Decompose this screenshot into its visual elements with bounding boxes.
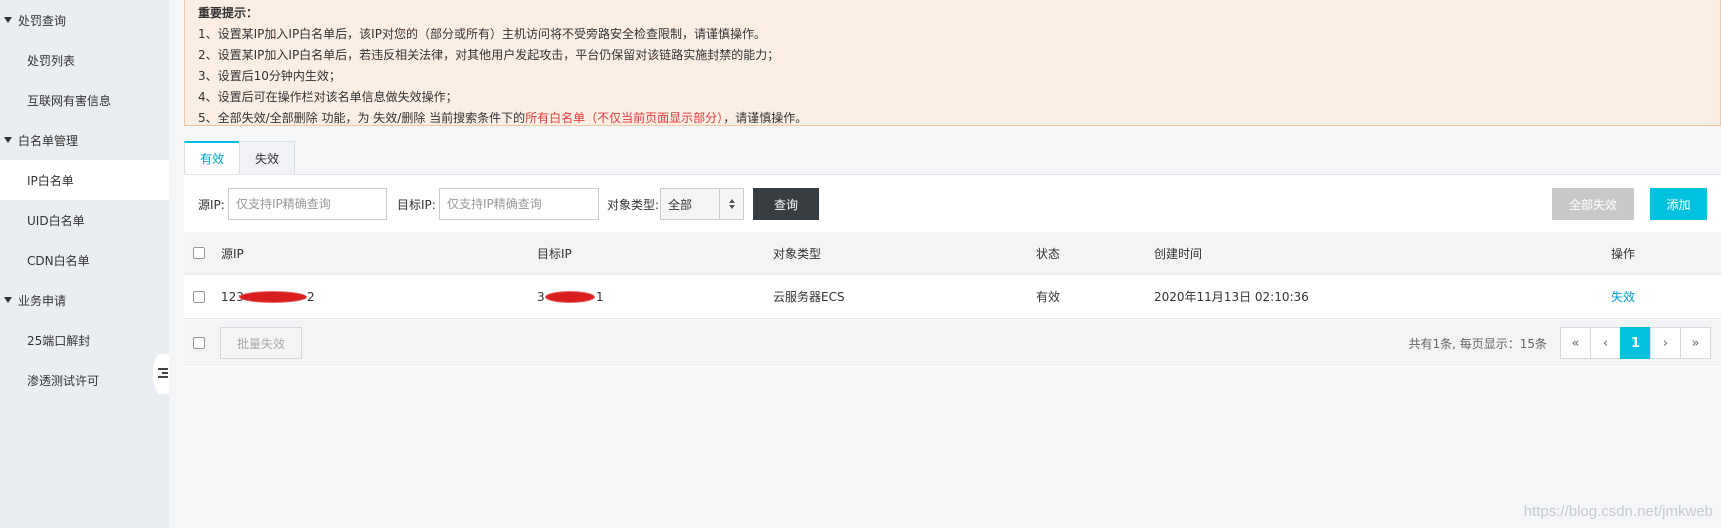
column-header-action: 操作 bbox=[1611, 246, 1636, 261]
object-type-label: 对象类型: bbox=[607, 198, 660, 212]
column-header-status: 状态 bbox=[1036, 246, 1061, 261]
sidebar-group-label: 处罚查询 bbox=[18, 13, 67, 28]
prev-page-button[interactable]: ‹ bbox=[1590, 327, 1621, 359]
sidebar-item-cdn-whitelist[interactable]: CDN白名单 bbox=[0, 240, 169, 280]
sidebar-item-harmful-info[interactable]: 互联网有害信息 bbox=[0, 80, 169, 120]
sidebar-item-label: 互联网有害信息 bbox=[27, 93, 112, 108]
object-type-select[interactable]: 全部 bbox=[660, 188, 744, 220]
whitelist-panel: 源IP: 目标IP: 对象类型: 全部 查询 全部失效 添加 源IP 目标IP … bbox=[184, 174, 1721, 367]
sidebar-item-pentest-permit[interactable]: 渗透测试许可 bbox=[0, 360, 169, 400]
redaction-mark bbox=[546, 292, 594, 302]
sidebar-group-penalty[interactable]: 处罚查询 bbox=[0, 0, 169, 40]
object-type-value: 全部 bbox=[668, 197, 693, 212]
column-header-object-type: 对象类型 bbox=[773, 246, 822, 261]
sidebar-item-label: UID白名单 bbox=[27, 213, 85, 228]
status-cell: 有效 bbox=[1036, 290, 1061, 304]
sidebar-group-business[interactable]: 业务申请 bbox=[0, 280, 169, 320]
object-type-cell: 云服务器ECS bbox=[773, 290, 845, 304]
sidebar-item-label: 渗透测试许可 bbox=[27, 373, 100, 388]
notice-line: 5、全部失效/全部删除 功能，为 失效/删除 当前搜索条件下的所有白名单（不仅当… bbox=[198, 108, 1707, 129]
add-button[interactable]: 添加 bbox=[1650, 188, 1707, 220]
sidebar-group-whitelist[interactable]: 白名单管理 bbox=[0, 120, 169, 160]
collapse-menu-icon bbox=[158, 368, 168, 380]
batch-invalidate-button[interactable]: 批量失效 bbox=[220, 327, 302, 359]
source-ip-end: 2 bbox=[307, 289, 315, 304]
column-header-source-ip: 源IP bbox=[221, 246, 244, 261]
disable-all-button[interactable]: 全部失效 bbox=[1552, 188, 1634, 220]
watermark: https://blog.csdn.net/jmkweb bbox=[1523, 503, 1713, 520]
sidebar-item-label: 处罚列表 bbox=[27, 53, 76, 68]
row-checkbox[interactable] bbox=[193, 290, 205, 303]
last-page-button[interactable]: » bbox=[1680, 327, 1711, 359]
tab-invalid[interactable]: 失效 bbox=[239, 141, 295, 174]
target-ip-input[interactable] bbox=[439, 188, 599, 220]
pagination-summary: 共有1条, 每页显示：15条 bbox=[1408, 336, 1547, 351]
notice-line: 4、设置后可在操作栏对该名单信息做失效操作； bbox=[198, 90, 458, 104]
caret-down-icon bbox=[4, 137, 12, 143]
sidebar-item-label: CDN白名单 bbox=[27, 253, 90, 268]
next-page-button[interactable]: › bbox=[1650, 327, 1681, 359]
sort-arrows-icon bbox=[719, 189, 743, 219]
table-row: 123 2 3 1 云服务器ECS 有效 2020年11月13日 02:10:3… bbox=[184, 275, 1721, 319]
target-ip-label: 目标IP: bbox=[397, 198, 436, 212]
target-ip-start: 3 bbox=[537, 289, 545, 304]
notice-line: 3、设置后10分钟内生效； bbox=[198, 69, 341, 83]
created-at-cell: 2020年11月13日 02:10:36 bbox=[1154, 290, 1309, 304]
redaction-mark bbox=[240, 292, 306, 302]
sidebar-item-penalty-list[interactable]: 处罚列表 bbox=[0, 40, 169, 80]
sidebar-group-label: 白名单管理 bbox=[18, 133, 79, 148]
tab-valid[interactable]: 有效 bbox=[184, 141, 240, 174]
select-all-checkbox[interactable] bbox=[193, 247, 205, 259]
table-footer: 批量失效 共有1条, 每页显示：15条 « ‹ 1 › » bbox=[184, 320, 1721, 366]
notice-line5-prefix: 5、全部失效/全部删除 功能，为 失效/删除 当前搜索条件下的 bbox=[198, 111, 526, 125]
column-header-created-at: 创建时间 bbox=[1154, 246, 1203, 261]
notice-line: 2、设置某IP加入IP白名单后，若违反相关法律，对其他用户发起攻击，平台仍保留对… bbox=[198, 48, 780, 62]
sidebar-item-port25-unblock[interactable]: 25端口解封 bbox=[0, 320, 169, 360]
notice-line5-suffix: ，请谨慎操作。 bbox=[723, 111, 808, 125]
sidebar-item-uid-whitelist[interactable]: UID白名单 bbox=[0, 200, 169, 240]
table-header: 源IP 目标IP 对象类型 状态 创建时间 操作 bbox=[184, 232, 1721, 275]
query-button[interactable]: 查询 bbox=[753, 188, 819, 220]
notice-title: 重要提示： bbox=[198, 6, 259, 20]
source-ip-input[interactable] bbox=[228, 188, 387, 220]
page-1-button[interactable]: 1 bbox=[1620, 327, 1651, 359]
caret-down-icon bbox=[4, 297, 12, 303]
status-tabs: 有效 失效 bbox=[184, 141, 295, 174]
caret-down-icon bbox=[4, 17, 12, 23]
notice-line5-warning: 所有白名单（不仅当前页面显示部分） bbox=[525, 111, 724, 125]
sidebar-item-label: 25端口解封 bbox=[27, 333, 91, 348]
invalidate-link[interactable]: 失效 bbox=[1611, 275, 1635, 318]
source-ip-label: 源IP: bbox=[198, 198, 225, 212]
sidebar-item-label: IP白名单 bbox=[27, 173, 74, 188]
sidebar: 处罚查询 处罚列表 互联网有害信息 白名单管理 IP白名单 UID白名单 CDN… bbox=[0, 0, 169, 528]
pagination: « ‹ 1 › » bbox=[1560, 327, 1711, 359]
sidebar-item-ip-whitelist[interactable]: IP白名单 bbox=[0, 160, 169, 200]
column-header-target-ip: 目标IP bbox=[537, 246, 572, 261]
first-page-button[interactable]: « bbox=[1560, 327, 1591, 359]
notice-line: 1、设置某IP加入IP白名单后，该IP对您的（部分或所有）主机访问将不受旁路安全… bbox=[198, 27, 766, 41]
footer-select-all-checkbox[interactable] bbox=[193, 337, 205, 349]
target-ip-end: 1 bbox=[596, 289, 604, 304]
important-notice: 重要提示： 1、设置某IP加入IP白名单后，该IP对您的（部分或所有）主机访问将… bbox=[184, 0, 1721, 126]
sidebar-group-label: 业务申请 bbox=[18, 293, 67, 308]
